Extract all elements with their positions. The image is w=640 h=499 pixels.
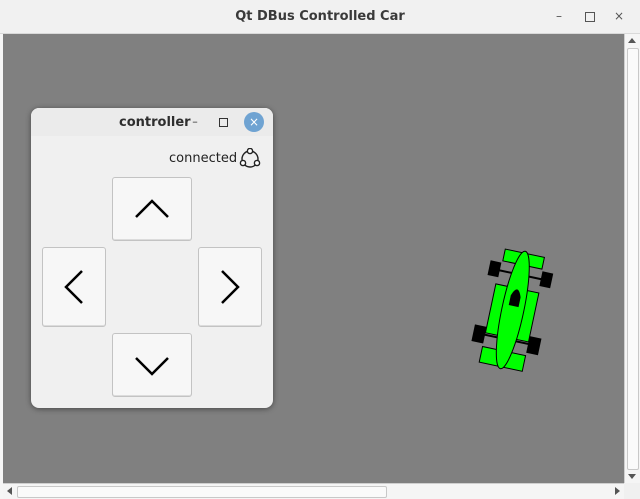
scroll-left-icon[interactable]	[7, 487, 12, 495]
chevron-left-icon	[64, 270, 83, 304]
controller-title: controller	[119, 115, 191, 130]
horizontal-scrollbar[interactable]	[3, 483, 624, 499]
scroll-up-icon[interactable]	[628, 38, 636, 43]
scroll-right-icon[interactable]	[615, 487, 620, 495]
close-button[interactable]: ×	[606, 0, 632, 33]
chevron-up-icon	[135, 199, 169, 218]
right-button[interactable]	[198, 247, 262, 327]
vertical-scroll-thumb[interactable]	[627, 48, 639, 470]
window-titlebar[interactable]: Qt DBus Controlled Car – ×	[0, 0, 640, 34]
maximize-button[interactable]	[577, 0, 603, 33]
window-title: Qt DBus Controlled Car	[235, 9, 405, 24]
up-button[interactable]	[112, 177, 192, 241]
controller-window: controller – × connected	[31, 108, 273, 408]
maximize-icon	[218, 117, 228, 127]
chevron-down-icon	[135, 357, 169, 376]
car	[471, 248, 554, 372]
connection-icon	[239, 148, 261, 168]
maximize-icon	[585, 11, 595, 22]
controller-close-button[interactable]: ×	[244, 112, 264, 132]
scrollbar-corner	[624, 483, 640, 499]
controller-titlebar[interactable]: controller – ×	[31, 108, 273, 136]
horizontal-scroll-thumb[interactable]	[17, 486, 387, 498]
connection-status: connected	[169, 151, 238, 166]
scroll-down-icon[interactable]	[628, 474, 636, 479]
controller-minimize-button[interactable]: –	[186, 113, 204, 131]
left-button[interactable]	[42, 247, 106, 327]
main-window: Qt DBus Controlled Car – × controller – …	[0, 0, 640, 499]
wheel-front-left	[487, 260, 502, 278]
wheel-rear-left	[471, 324, 487, 344]
chevron-right-icon	[221, 270, 240, 304]
minimize-button[interactable]: –	[546, 0, 572, 33]
wheel-front-right	[539, 271, 554, 289]
vertical-scrollbar[interactable]	[624, 34, 640, 483]
controller-maximize-button[interactable]	[214, 113, 232, 131]
down-button[interactable]	[112, 333, 192, 397]
